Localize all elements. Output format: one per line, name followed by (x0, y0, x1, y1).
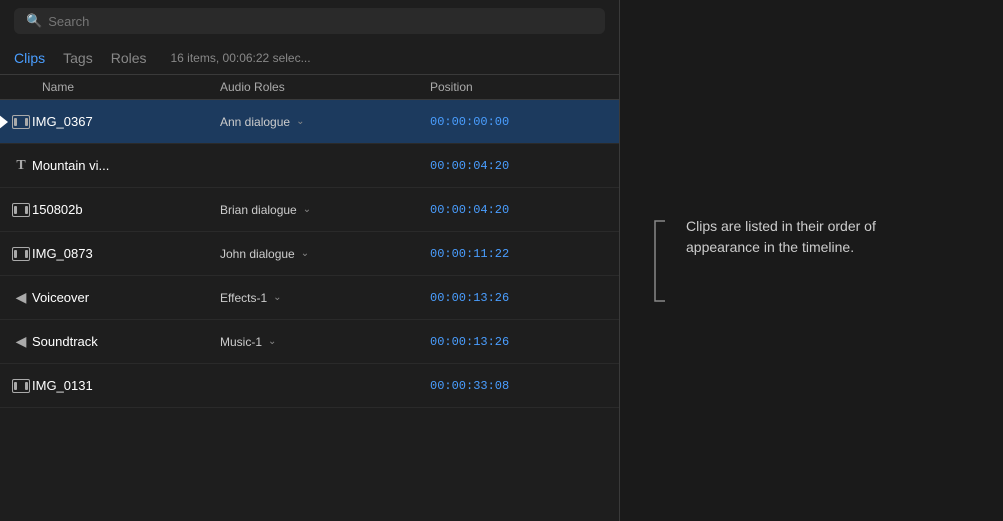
tab-roles[interactable]: Roles (111, 50, 147, 66)
film-icon (12, 379, 30, 393)
table-row[interactable]: T Mountain vi... 00:00:04:20 (0, 144, 619, 188)
clip-name: IMG_0131 (32, 378, 220, 393)
film-icon (12, 203, 30, 217)
audio-role-cell[interactable]: Effects-1 ⌄ (220, 291, 430, 305)
clip-position: 00:00:04:20 (430, 203, 590, 217)
clip-name: IMG_0367 (32, 114, 220, 129)
audio-role-label: Brian dialogue (220, 203, 297, 217)
audio-role-label: John dialogue (220, 247, 295, 261)
row-icon (0, 247, 32, 261)
table-body: IMG_0367 Ann dialogue ⌄ 00:00:00:00 T Mou… (0, 100, 619, 521)
table-row[interactable]: ◀ Soundtrack Music-1 ⌄ 00:00:13:26 (0, 320, 619, 364)
search-bar[interactable]: 🔍 (14, 8, 605, 34)
search-input[interactable] (48, 14, 593, 29)
search-icon: 🔍 (26, 13, 42, 29)
annotation-text: Clips are listed in their order of appea… (686, 216, 906, 258)
row-icon: T (0, 158, 32, 174)
audio-role-cell[interactable]: Brian dialogue ⌄ (220, 203, 430, 217)
audio-icon: ◀ (16, 333, 27, 350)
film-icon (12, 115, 30, 129)
title-icon: T (16, 158, 25, 174)
annotation: Clips are listed in their order of appea… (650, 216, 906, 306)
table-row[interactable]: ◀ Voiceover Effects-1 ⌄ 00:00:13:26 (0, 276, 619, 320)
row-icon (0, 203, 32, 217)
clip-name: IMG_0873 (32, 246, 220, 261)
clip-position: 00:00:11:22 (430, 247, 590, 261)
tab-tags[interactable]: Tags (63, 50, 93, 66)
table-row[interactable]: 150802b Brian dialogue ⌄ 00:00:04:20 (0, 188, 619, 232)
clip-position: 00:00:13:26 (430, 291, 590, 305)
clip-name: 150802b (32, 202, 220, 217)
audio-role-label: Music-1 (220, 335, 262, 349)
clip-position: 00:00:33:08 (430, 379, 590, 393)
clip-name: Soundtrack (32, 334, 220, 349)
tabs-bar: Clips Tags Roles 16 items, 00:06:22 sele… (0, 42, 619, 75)
clip-position: 00:00:04:20 (430, 159, 590, 173)
dropdown-arrow-icon[interactable]: ⌄ (303, 204, 311, 215)
col-name-header: Name (0, 80, 220, 94)
clip-position: 00:00:13:26 (430, 335, 590, 349)
audio-role-cell[interactable]: Ann dialogue ⌄ (220, 115, 430, 129)
annotation-bracket-icon (650, 216, 670, 306)
dropdown-arrow-icon[interactable]: ⌄ (268, 336, 276, 347)
clips-panel: 🔍 Clips Tags Roles 16 items, 00:06:22 se… (0, 0, 620, 521)
film-icon (12, 247, 30, 261)
col-position-header: Position (430, 80, 590, 94)
col-audio-header: Audio Roles (220, 80, 430, 94)
clip-name: Voiceover (32, 290, 220, 305)
dropdown-arrow-icon[interactable]: ⌄ (301, 248, 309, 259)
row-icon: ◀ (0, 289, 32, 306)
clip-name: Mountain vi... (32, 158, 220, 173)
table-row[interactable]: IMG_0367 Ann dialogue ⌄ 00:00:00:00 (0, 100, 619, 144)
audio-role-label: Ann dialogue (220, 115, 290, 129)
selection-status: 16 items, 00:06:22 selec... (171, 51, 311, 65)
audio-icon: ◀ (16, 289, 27, 306)
audio-role-cell[interactable]: Music-1 ⌄ (220, 335, 430, 349)
audio-role-cell[interactable]: John dialogue ⌄ (220, 247, 430, 261)
row-icon: ◀ (0, 333, 32, 350)
right-panel: Clips are listed in their order of appea… (620, 0, 1003, 521)
tab-clips[interactable]: Clips (14, 50, 45, 66)
audio-role-label: Effects-1 (220, 291, 267, 305)
dropdown-arrow-icon[interactable]: ⌄ (296, 116, 304, 127)
table-header: Name Audio Roles Position (0, 75, 619, 100)
table-row[interactable]: IMG_0873 John dialogue ⌄ 00:00:11:22 (0, 232, 619, 276)
clip-position: 00:00:00:00 (430, 115, 590, 129)
dropdown-arrow-icon[interactable]: ⌄ (273, 292, 281, 303)
table-row[interactable]: IMG_0131 00:00:33:08 (0, 364, 619, 408)
playhead-indicator (0, 114, 10, 130)
row-icon (0, 379, 32, 393)
